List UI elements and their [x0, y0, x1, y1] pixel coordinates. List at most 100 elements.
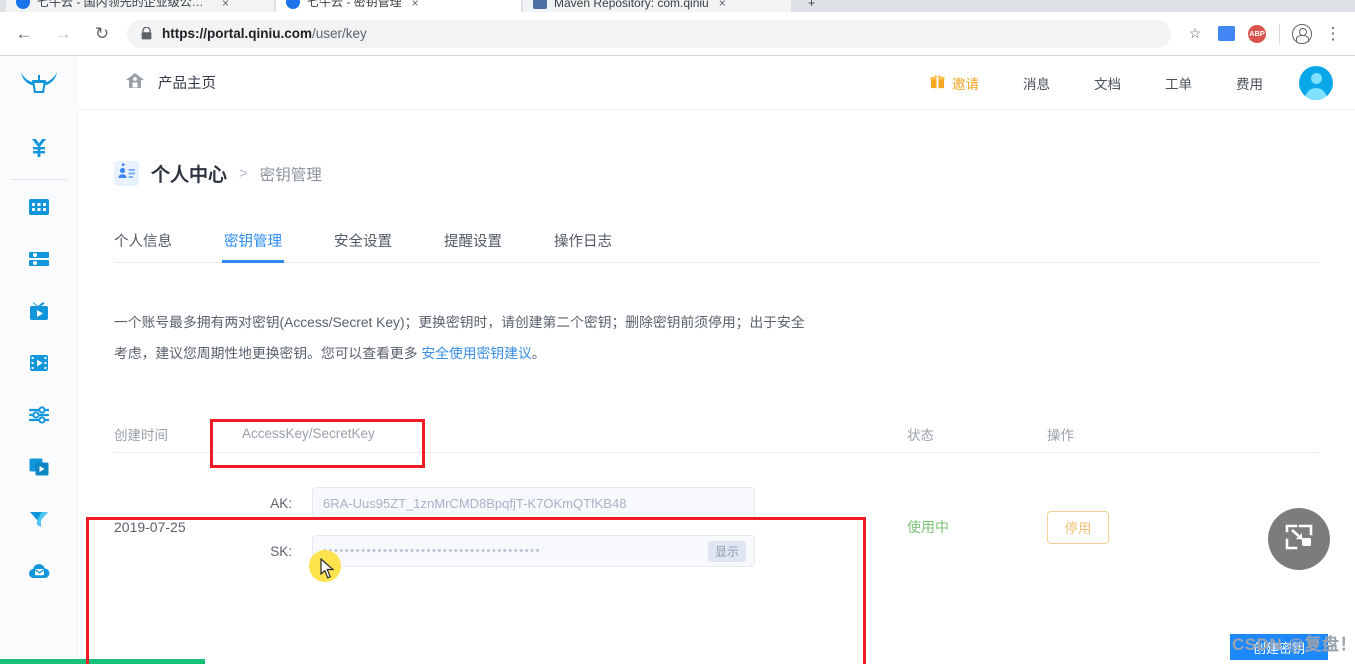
section-tabs: 个人信息 密钥管理 安全设置 提醒设置 操作日志	[114, 225, 1319, 263]
back-button[interactable]: ←	[9, 19, 39, 49]
media-copy-icon	[27, 455, 51, 484]
qiniu-favicon-icon	[16, 0, 30, 9]
video-playlist-icon	[27, 351, 51, 380]
access-key-input[interactable]: 6RA-Uus95ZT_1znMrCMD8BpqfjT-K7OKmQTfKB48	[312, 487, 755, 519]
tab-security-settings[interactable]: 安全设置	[334, 230, 392, 262]
column-header-status: 状态	[907, 427, 934, 443]
tab-notification-settings[interactable]: 提醒设置	[444, 230, 502, 262]
header-nav-tickets[interactable]: 工单	[1143, 73, 1214, 93]
header-nav: 邀请 消息 文档 工单 费用	[908, 65, 1355, 100]
sidebar-item-billing[interactable]	[0, 124, 78, 176]
column-header-action: 操作	[1047, 427, 1074, 443]
product-home-label: 产品主页	[158, 76, 216, 92]
sidebar-item-funnel[interactable]	[0, 495, 78, 547]
header-nav-label: 工单	[1165, 76, 1192, 92]
qiniu-bull-logo[interactable]	[0, 56, 78, 110]
disable-key-button[interactable]: 停用	[1047, 510, 1109, 544]
header-nav-label: 邀请	[952, 76, 979, 92]
sidebar-item-server[interactable]	[0, 235, 78, 287]
cell-status: 使用中	[907, 517, 1047, 537]
funnel-icon	[27, 507, 51, 536]
sidebar-item-media-copy[interactable]	[0, 443, 78, 495]
profile-icon[interactable]	[1288, 20, 1316, 48]
address-bar[interactable]: https://portal.qiniu.com/user/key	[127, 19, 1171, 48]
chrome-menu-icon[interactable]: ⋮	[1319, 20, 1347, 48]
grid-apps-icon	[27, 195, 51, 224]
ak-row: AK: 6RA-Uus95ZT_1znMrCMD8BpqfjT-K7OKmQTf…	[242, 487, 907, 519]
status-badge: 使用中	[907, 519, 949, 535]
gift-icon	[930, 74, 945, 92]
plus-icon: +	[808, 0, 816, 10]
product-rail	[0, 56, 205, 664]
browser-tab[interactable]: Maven Repository: com.qiniu ×	[523, 0, 791, 12]
reload-button[interactable]: ↻	[87, 19, 117, 49]
forward-button[interactable]: →	[48, 19, 78, 49]
toolbar-icons: ☆ ABP ⋮	[1181, 20, 1355, 48]
ak-label: AK:	[270, 495, 292, 511]
close-icon[interactable]: ×	[222, 0, 229, 10]
close-icon[interactable]: ×	[412, 0, 419, 10]
breadcrumb: 个人中心 > 密钥管理	[114, 160, 1355, 187]
yen-billing-icon	[27, 136, 51, 165]
product-home-link[interactable]: 产品主页	[125, 72, 216, 94]
mouse-cursor-icon	[320, 557, 335, 584]
user-avatar[interactable]	[1299, 65, 1333, 100]
tab-operation-log[interactable]: 操作日志	[554, 230, 612, 262]
breadcrumb-sub: 密钥管理	[259, 166, 322, 184]
column-header-created: 创建时间	[114, 427, 168, 443]
extension-blue-icon[interactable]	[1212, 20, 1240, 48]
cell-created-date: 2019-07-25	[114, 519, 186, 535]
show-secret-key-button[interactable]: 显示	[707, 541, 746, 562]
picture-in-picture-button[interactable]	[1268, 508, 1330, 570]
bookmark-star-icon[interactable]: ☆	[1181, 20, 1209, 48]
browser-tab-title: 七牛云 - 国内领先的企业级公有云服务商	[37, 0, 212, 9]
sidebar-item-video-playlist[interactable]	[0, 339, 78, 391]
cloud-mail-icon	[27, 559, 51, 588]
column-header-keys: AccessKey/SecretKey	[242, 426, 375, 441]
table-row: 2019-07-25 AK: 6RA-Uus95ZT_1znMrCMD8Bpqf…	[114, 453, 1319, 601]
divider	[1279, 23, 1280, 44]
breadcrumb-separator: >	[239, 165, 248, 182]
tab-personal-info[interactable]: 个人信息	[114, 230, 172, 262]
lock-icon	[141, 27, 152, 40]
page-viewport: 产品主页 邀请 消息 文档 工单 费用 个人中心 > 密钥管理 个人信息 密钥管…	[0, 56, 1355, 664]
header-nav-label: 消息	[1023, 76, 1050, 92]
url-host: https://portal.qiniu.com	[162, 26, 312, 41]
secret-key-input[interactable]: ••••••••••••••••••••••••••••••••••••••••…	[312, 535, 755, 567]
csdn-watermark: CSDN @复盘！	[1232, 635, 1355, 654]
browser-tab[interactable]: 七牛云 - 密钥管理 ×	[276, 0, 521, 12]
table-header: 创建时间 AccessKey/SecretKey 状态 操作	[114, 415, 1319, 453]
header-nav-messages[interactable]: 消息	[1001, 73, 1072, 93]
cell-action: 停用	[1047, 510, 1197, 544]
new-tab-button[interactable]: +	[798, 0, 832, 12]
sidebar-item-cloud-mail[interactable]	[0, 547, 78, 599]
header-nav-billing[interactable]: 费用	[1214, 73, 1285, 93]
security-advice-link[interactable]: 安全使用密钥建议	[421, 346, 531, 361]
cell-keys: AK: 6RA-Uus95ZT_1znMrCMD8BpqfjT-K7OKmQTf…	[242, 487, 907, 567]
browser-tab-title: 七牛云 - 密钥管理	[307, 0, 402, 9]
sidebar-item-apps[interactable]	[0, 183, 78, 235]
description-text: 一个账号最多拥有两对密钥(Access/Secret Key)；更换密钥时，请创…	[114, 307, 814, 369]
sk-label: SK:	[270, 543, 292, 559]
secret-key-masked-value: ••••••••••••••••••••••••••••••••••••••••	[323, 545, 542, 557]
close-icon[interactable]: ×	[719, 0, 726, 10]
tab-key-management[interactable]: 密钥管理	[222, 230, 284, 263]
picture-in-picture-icon	[1283, 522, 1315, 557]
browser-tab-title: Maven Repository: com.qiniu	[554, 0, 709, 10]
home-icon	[125, 72, 145, 94]
url-path: /user/key	[312, 26, 367, 41]
header-nav-invite[interactable]: 邀请	[908, 73, 1001, 93]
header-nav-label: 文档	[1094, 76, 1121, 92]
header-nav-docs[interactable]: 文档	[1072, 73, 1143, 93]
header-nav-label: 费用	[1236, 76, 1263, 92]
sidebar-item-settings[interactable]	[0, 391, 78, 443]
browser-toolbar: ← → ↻ https://portal.qiniu.com/user/key …	[0, 12, 1355, 56]
qiniu-favicon-icon	[286, 0, 300, 9]
browser-tab[interactable]: 七牛云 - 国内领先的企业级公有云服务商 ×	[6, 0, 274, 12]
site-header: 产品主页 邀请 消息 文档 工单 费用	[78, 56, 1355, 110]
divider	[11, 179, 67, 180]
sidebar-item-live[interactable]	[0, 287, 78, 339]
adblock-extension-icon[interactable]: ABP	[1243, 20, 1271, 48]
browser-tab-strip: 七牛云 - 国内领先的企业级公有云服务商 × 七牛云 - 密钥管理 × Mave…	[0, 0, 1355, 12]
server-icon	[27, 247, 51, 276]
